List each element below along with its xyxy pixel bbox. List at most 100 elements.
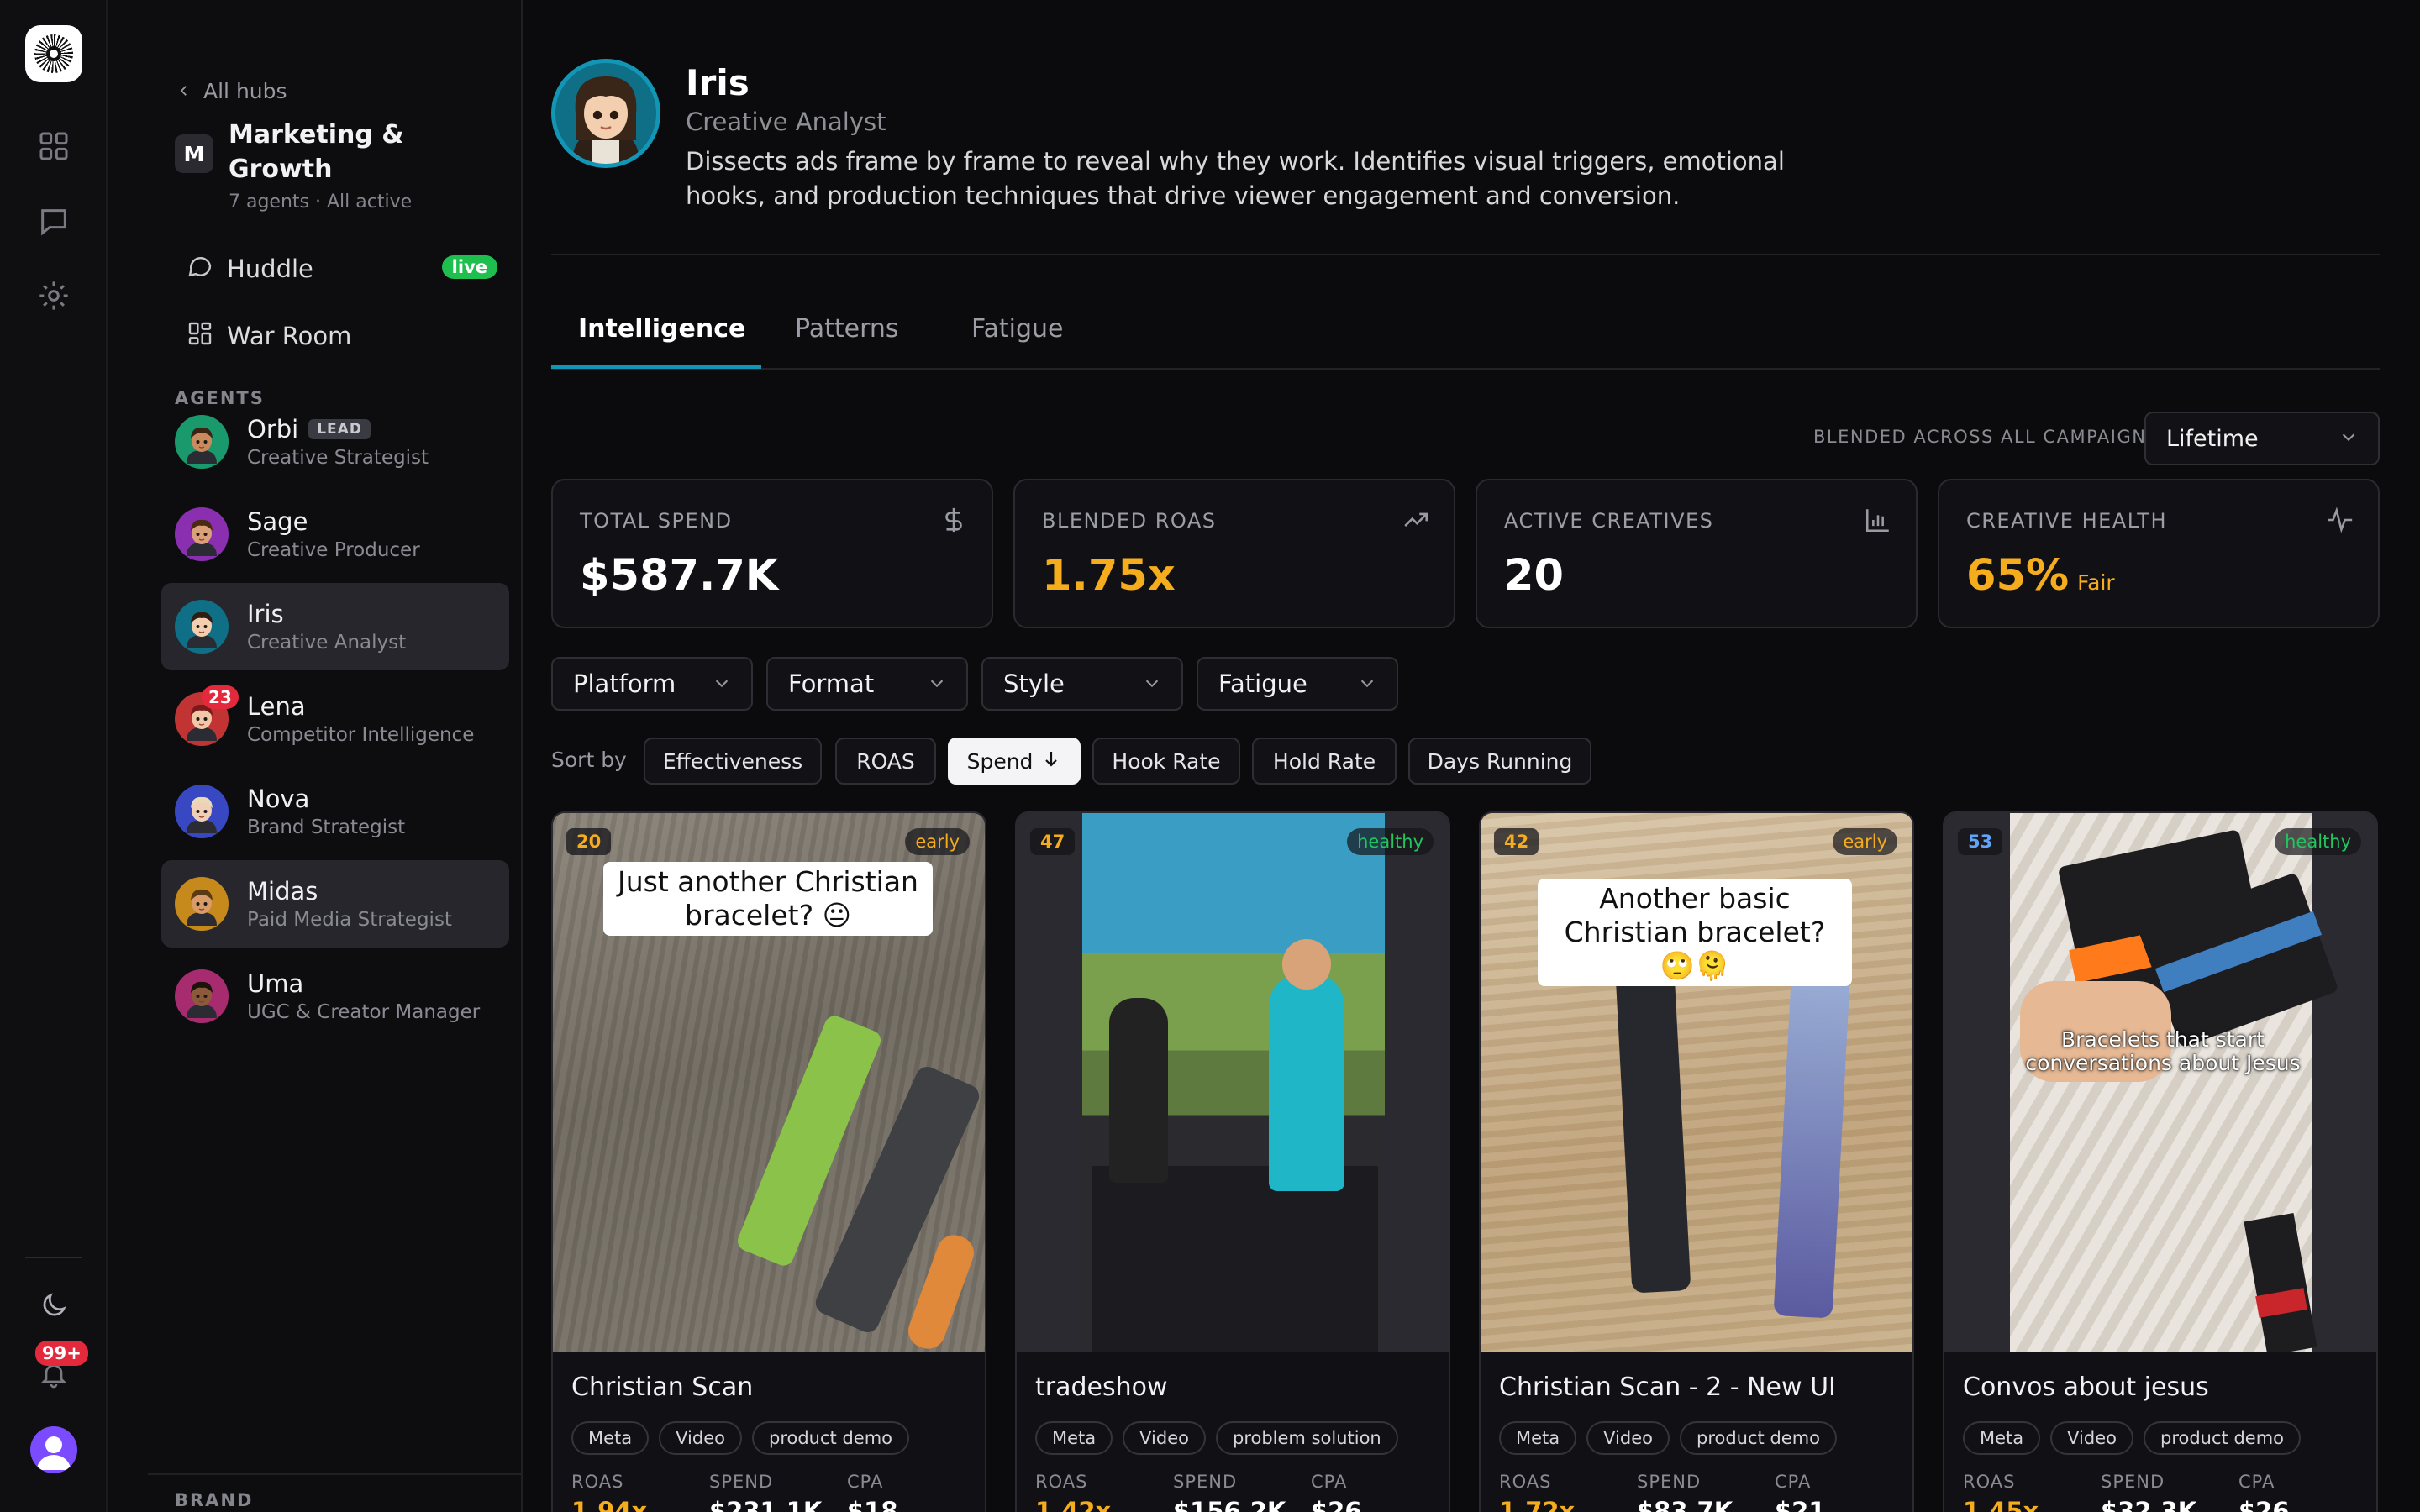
- filter-label: Style: [1003, 669, 1065, 698]
- hub-meta: 7 agents · All active: [229, 192, 413, 213]
- sort-hook-rate[interactable]: Hook Rate: [1092, 738, 1240, 785]
- agent-name: Iris: [247, 600, 284, 628]
- kpi-creative-health: CREATIVE HEALTH 65% Fair: [1938, 479, 2380, 628]
- creative-card[interactable]: Another basic Christian bracelet? 🙄🫠 42 ea…: [1479, 811, 1914, 1512]
- agent-role: Creative Strategist: [247, 447, 429, 469]
- agent-item-orbi[interactable]: Orbi LEAD Creative Strategist: [161, 398, 509, 486]
- creative-title: Christian Scan - 2 - New UI: [1499, 1373, 1836, 1402]
- range-select-value: Lifetime: [2166, 425, 2259, 452]
- chevron-down-icon: [928, 669, 946, 698]
- agent-role: Creative Producer: [247, 539, 420, 561]
- agent-item-iris[interactable]: Iris Creative Analyst: [161, 583, 509, 670]
- nav-war-room[interactable]: War Room: [187, 312, 497, 360]
- agent-text: Lena Competitor Intelligence: [247, 692, 474, 746]
- kpi-value: $587.7K: [580, 551, 779, 601]
- sort-days-running[interactable]: Days Running: [1408, 738, 1591, 785]
- creative-card[interactable]: Bracelets that start conversations about…: [1943, 811, 2378, 1512]
- tab-bar: Intelligence Patterns Fatigue: [551, 306, 2380, 370]
- agent-item-sage[interactable]: Sage Creative Producer: [161, 491, 509, 578]
- agent-avatar: [175, 507, 229, 561]
- user-avatar[interactable]: [30, 1426, 77, 1473]
- agent-avatar: [175, 600, 229, 654]
- sidebar-divider: [148, 1473, 523, 1475]
- back-to-hubs-link[interactable]: All hubs: [176, 79, 287, 103]
- notifications-badge: 99+: [35, 1341, 88, 1366]
- lead-badge: LEAD: [308, 419, 371, 439]
- chevron-down-icon: [2339, 426, 2358, 452]
- tag-chip: problem solution: [1216, 1421, 1398, 1455]
- creative-thumbnail[interactable]: Another basic Christian bracelet? 🙄🫠: [1481, 813, 1912, 1352]
- agent-item-midas[interactable]: Midas Paid Media Strategist: [161, 860, 509, 948]
- tag-chip: product demo: [2144, 1421, 2301, 1455]
- tag-chip: Meta: [571, 1421, 650, 1455]
- metric-spend-label: SPEND: [1173, 1472, 1238, 1492]
- sort-label: ROAS: [856, 748, 915, 774]
- creative-thumbnail[interactable]: Bracelets that start conversations about…: [1944, 813, 2376, 1352]
- filter-style[interactable]: Style: [981, 657, 1183, 711]
- kpi-total-spend: TOTAL SPEND $587.7K: [551, 479, 993, 628]
- agent-role: Paid Media Strategist: [247, 909, 452, 931]
- agent-text: Orbi LEAD Creative Strategist: [247, 415, 429, 469]
- agent-name-row: Sage: [247, 507, 420, 536]
- agent-role: Creative Analyst: [247, 632, 407, 654]
- tab-fatigue[interactable]: Fatigue: [971, 314, 1064, 344]
- agent-avatar: [175, 785, 229, 838]
- range-select[interactable]: Lifetime: [2144, 412, 2380, 465]
- metric-cpa-value: $21: [1775, 1497, 1826, 1512]
- agent-name-row: Midas: [247, 877, 452, 906]
- tab-intelligence[interactable]: Intelligence: [578, 314, 745, 344]
- range-caption: BLENDED ACROSS ALL CAMPAIGNS: [1813, 427, 2160, 447]
- agent-name: Orbi: [247, 415, 299, 444]
- sort-effectiveness[interactable]: Effectiveness: [644, 738, 822, 785]
- filter-platform[interactable]: Platform: [551, 657, 753, 711]
- fatigue-status-badge: early: [1833, 828, 1897, 855]
- kpi-blended-roas: BLENDED ROAS 1.75x: [1013, 479, 1455, 628]
- agent-text: Uma UGC & Creator Manager: [247, 969, 480, 1023]
- fatigue-status-badge: healthy: [2275, 828, 2361, 855]
- metric-cpa-label: CPA: [847, 1472, 884, 1492]
- arrow-down-icon: [1041, 748, 1061, 774]
- metric-roas-value: 1.42x: [1035, 1497, 1112, 1512]
- metric-cpa-label: CPA: [1775, 1472, 1812, 1492]
- fatigue-status-badge: early: [905, 828, 970, 855]
- tag-chip: Video: [1586, 1421, 1670, 1455]
- creative-tags: Meta Video product demo: [571, 1421, 909, 1455]
- creative-thumbnail[interactable]: [1017, 813, 1449, 1352]
- effectiveness-score: 20: [566, 828, 612, 855]
- agent-item-nova[interactable]: Nova Brand Strategist: [161, 768, 509, 855]
- agent-item-uma[interactable]: Uma UGC & Creator Manager: [161, 953, 509, 1040]
- creative-thumbnail[interactable]: Just another Christian bracelet? 😐: [553, 813, 985, 1352]
- creative-card[interactable]: 47 healthy tradeshow Meta Video problem solut…: [1015, 811, 1450, 1512]
- metric-roas-label: ROAS: [1035, 1472, 1088, 1492]
- creative-card[interactable]: Just another Christian bracelet? 😐 20 earl…: [551, 811, 986, 1512]
- creative-tags: Meta Video product demo: [1499, 1421, 1837, 1455]
- nav-huddle[interactable]: Huddle live: [187, 245, 497, 292]
- sort-spend[interactable]: Spend: [948, 738, 1081, 785]
- sort-label: Hold Rate: [1272, 748, 1376, 774]
- sort-label: Spend: [966, 748, 1034, 774]
- tab-patterns[interactable]: Patterns: [795, 314, 899, 344]
- icon-rail: 99+: [0, 0, 108, 1512]
- sort-hold-rate[interactable]: Hold Rate: [1252, 738, 1397, 785]
- sort-label: Effectiveness: [662, 748, 803, 774]
- theme-moon-icon[interactable]: [34, 1285, 74, 1326]
- metric-roas-value: 1.72x: [1499, 1497, 1576, 1512]
- settings-gear-icon[interactable]: [34, 276, 74, 316]
- agent-item-lena[interactable]: 23 Lena Competitor Intelligence: [161, 675, 509, 763]
- metric-roas-value: 1.45x: [1963, 1497, 2039, 1512]
- sort-roas[interactable]: ROAS: [835, 738, 936, 785]
- agent-name-row: Lena: [247, 692, 474, 721]
- metric-cpa-label: CPA: [2238, 1472, 2275, 1492]
- sort-label: Sort by: [551, 748, 627, 772]
- grid-icon[interactable]: [34, 126, 74, 166]
- tag-chip: Meta: [1499, 1421, 1577, 1455]
- chat-icon[interactable]: [34, 202, 74, 242]
- effectiveness-score: 47: [1030, 828, 1076, 855]
- app-logo[interactable]: [25, 25, 82, 82]
- filter-format[interactable]: Format: [766, 657, 968, 711]
- kpi-active-creatives: ACTIVE CREATIVES 20: [1476, 479, 1918, 628]
- profile-role: Creative Analyst: [686, 108, 886, 136]
- creative-overlay-text: Bracelets that start conversations about…: [2025, 1027, 2301, 1075]
- agent-avatar: [175, 877, 229, 931]
- filter-fatigue[interactable]: Fatigue: [1197, 657, 1398, 711]
